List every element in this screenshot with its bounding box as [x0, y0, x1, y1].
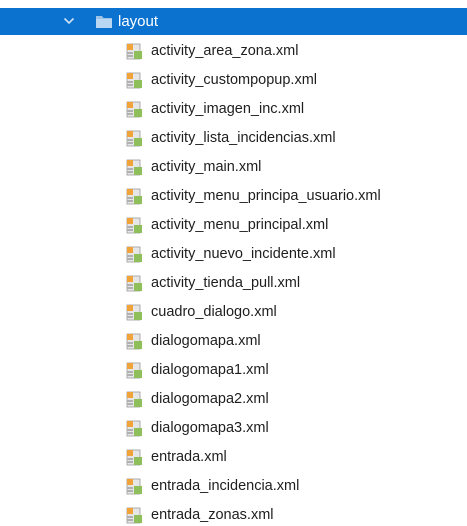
tree-file-item[interactable]: activity_main.xml: [0, 153, 467, 182]
tree-file-item[interactable]: entrada.xml: [0, 443, 467, 472]
layout-xml-file-icon: [126, 275, 142, 292]
file-label: entrada_incidencia.xml: [151, 478, 300, 494]
layout-xml-file-icon: [126, 449, 142, 466]
file-label: dialogomapa1.xml: [151, 362, 269, 378]
tree-file-item[interactable]: activity_menu_principa_usuario.xml: [0, 182, 467, 211]
file-label: activity_main.xml: [151, 159, 262, 175]
tree-file-item[interactable]: activity_area_zona.xml: [0, 37, 467, 66]
tree-folder-layout[interactable]: layout: [0, 8, 467, 35]
tree-file-item[interactable]: activity_custompopup.xml: [0, 66, 467, 95]
file-label: activity_area_zona.xml: [151, 43, 299, 59]
tree-file-item[interactable]: entrada_incidencia.xml: [0, 472, 467, 501]
file-label: activity_menu_principa_usuario.xml: [151, 188, 381, 204]
tree-file-item[interactable]: dialogomapa.xml: [0, 327, 467, 356]
folder-label: layout: [118, 13, 159, 30]
layout-xml-file-icon: [126, 391, 142, 408]
layout-xml-file-icon: [126, 101, 142, 118]
layout-xml-file-icon: [126, 43, 142, 60]
file-label: dialogomapa2.xml: [151, 391, 269, 407]
layout-xml-file-icon: [126, 130, 142, 147]
tree-file-item[interactable]: activity_nuevo_incidente.xml: [0, 240, 467, 269]
layout-xml-file-icon: [126, 362, 142, 379]
layout-xml-file-icon: [126, 507, 142, 524]
tree-file-item[interactable]: dialogomapa2.xml: [0, 385, 467, 414]
file-label: cuadro_dialogo.xml: [151, 304, 277, 320]
layout-xml-file-icon: [126, 159, 142, 176]
file-label: dialogomapa.xml: [151, 333, 261, 349]
file-label: entrada.xml: [151, 449, 227, 465]
tree-file-item[interactable]: activity_menu_principal.xml: [0, 211, 467, 240]
layout-xml-file-icon: [126, 420, 142, 437]
file-label: activity_imagen_inc.xml: [151, 101, 305, 117]
file-label: activity_lista_incidencias.xml: [151, 130, 336, 146]
file-label: activity_tienda_pull.xml: [151, 275, 301, 291]
layout-xml-file-icon: [126, 333, 142, 350]
chevron-down-icon[interactable]: [62, 14, 76, 28]
file-label: activity_menu_principal.xml: [151, 217, 329, 233]
layout-xml-file-icon: [126, 188, 142, 205]
file-label: activity_custompopup.xml: [151, 72, 318, 88]
tree-file-item[interactable]: entrada_zonas.xml: [0, 501, 467, 526]
tree-file-item[interactable]: dialogomapa3.xml: [0, 414, 467, 443]
tree-file-item[interactable]: activity_tienda_pull.xml: [0, 269, 467, 298]
layout-xml-file-icon: [126, 304, 142, 321]
file-label: dialogomapa3.xml: [151, 420, 269, 436]
file-label: activity_nuevo_incidente.xml: [151, 246, 336, 262]
project-tree: layout activity_area_zona.xml activity_c…: [0, 0, 467, 526]
file-list: activity_area_zona.xml activity_custompo…: [0, 37, 467, 526]
tree-file-item[interactable]: activity_imagen_inc.xml: [0, 95, 467, 124]
file-label: entrada_zonas.xml: [151, 507, 274, 523]
layout-xml-file-icon: [126, 217, 142, 234]
tree-file-item[interactable]: dialogomapa1.xml: [0, 356, 467, 385]
folder-icon: [96, 16, 112, 28]
layout-xml-file-icon: [126, 72, 142, 89]
layout-xml-file-icon: [126, 478, 142, 495]
layout-xml-file-icon: [126, 246, 142, 263]
tree-file-item[interactable]: cuadro_dialogo.xml: [0, 298, 467, 327]
tree-file-item[interactable]: activity_lista_incidencias.xml: [0, 124, 467, 153]
